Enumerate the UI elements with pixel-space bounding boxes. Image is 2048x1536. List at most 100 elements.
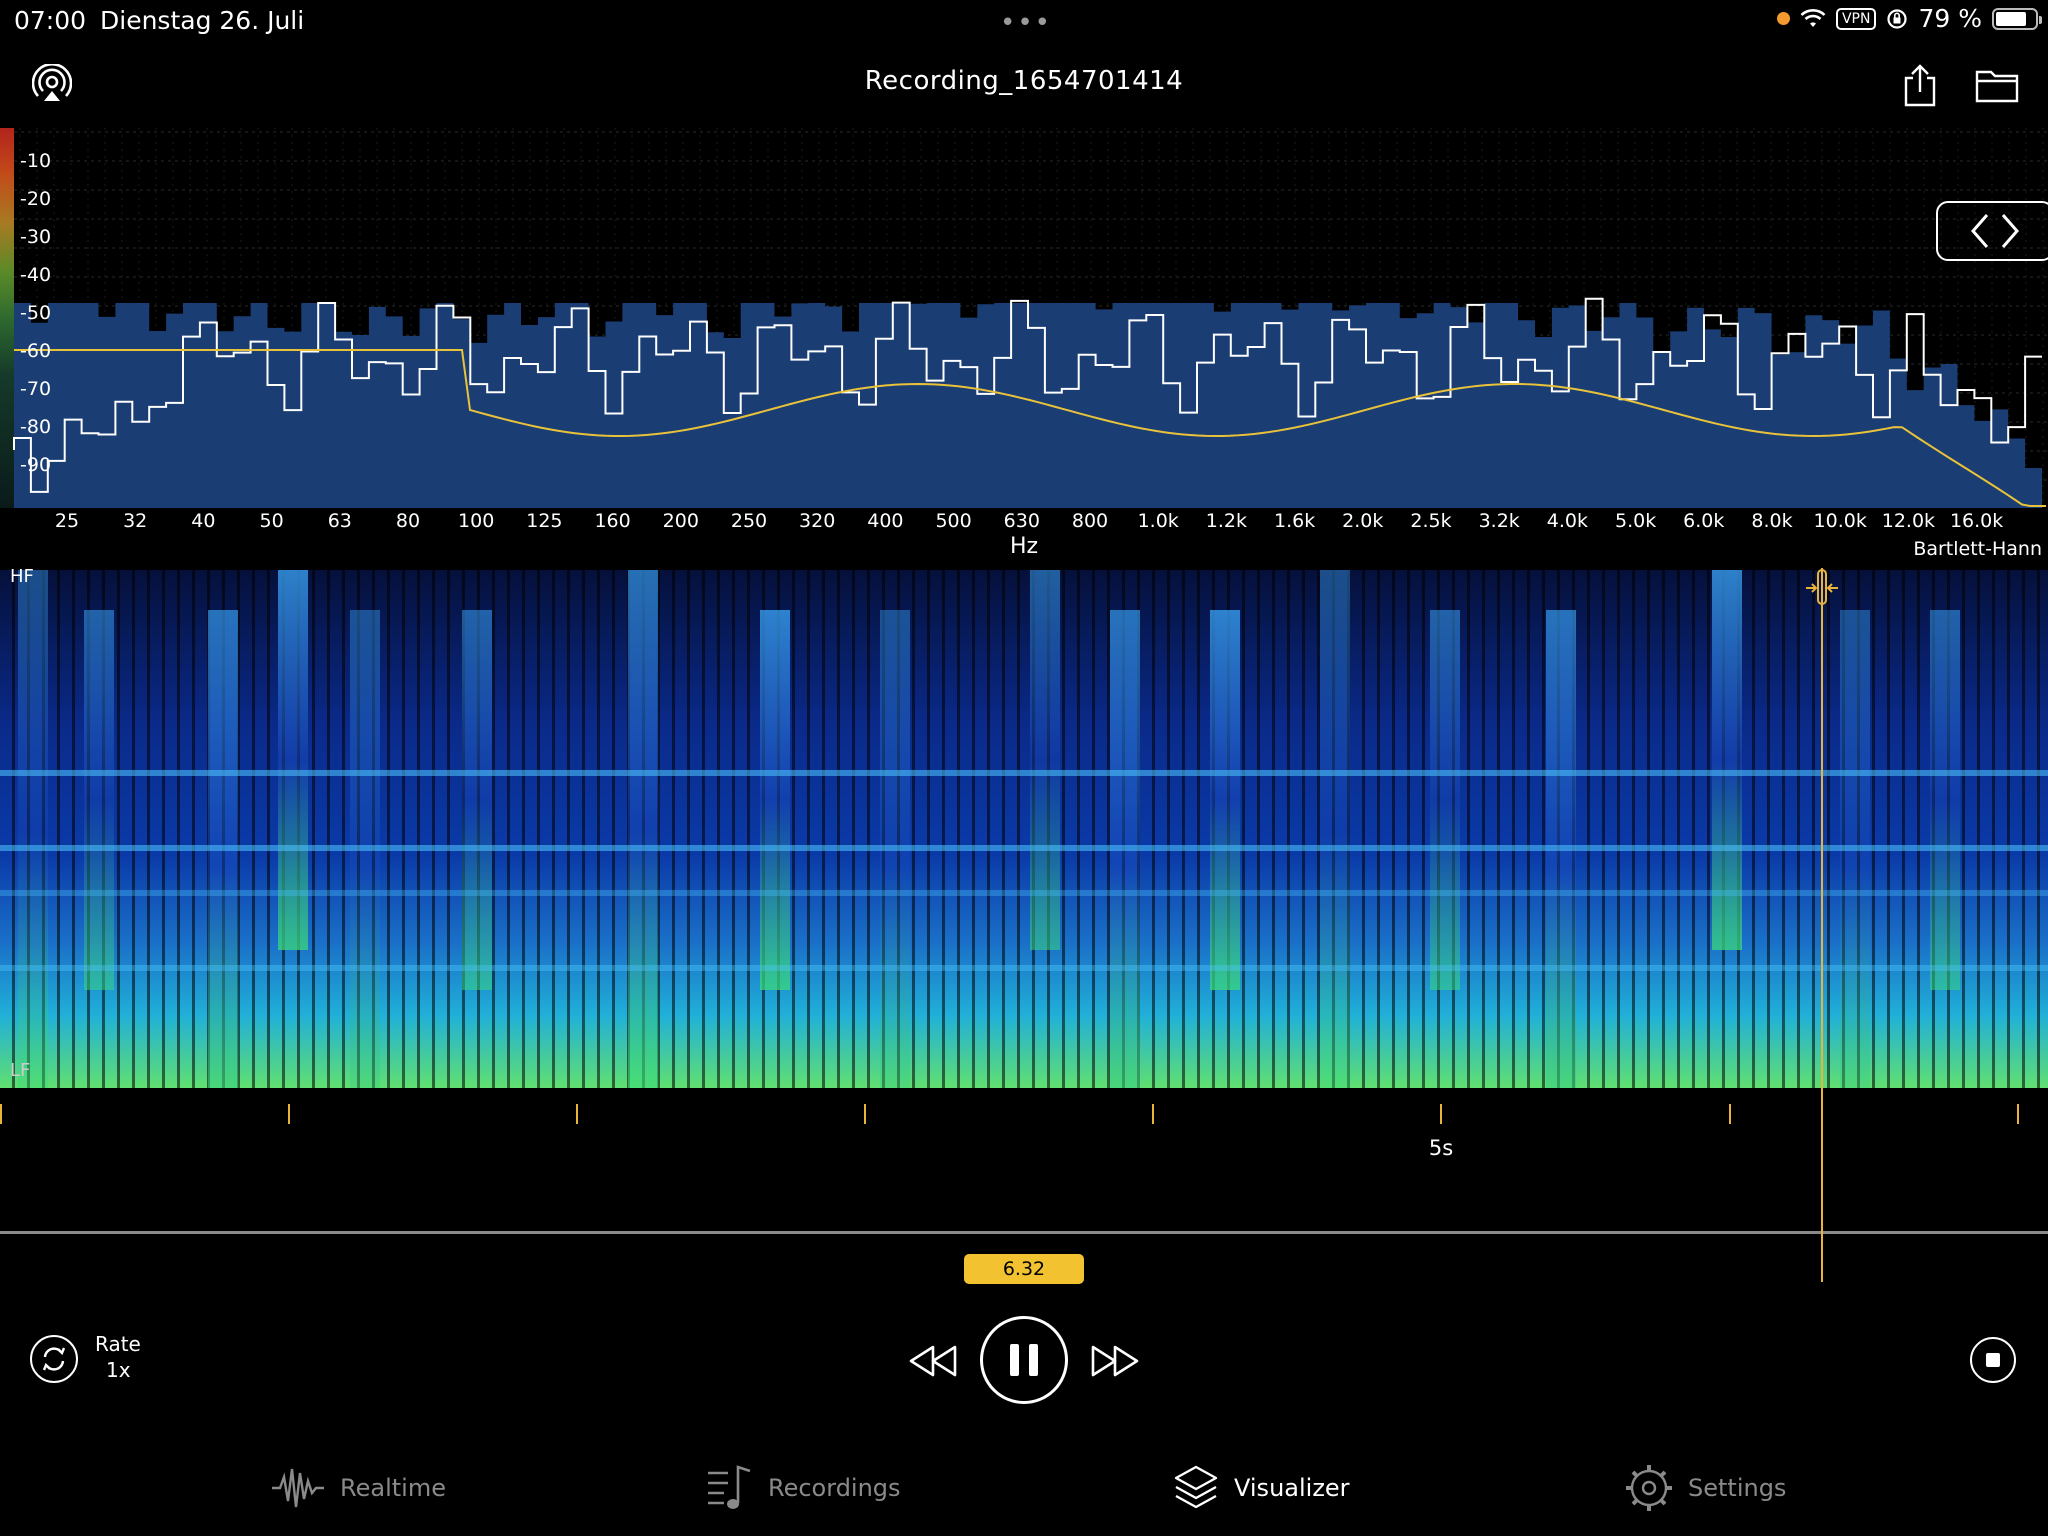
- folder-button[interactable]: [1972, 62, 2022, 108]
- frequency-tick-label: 8.0k: [1751, 510, 1793, 532]
- frequency-tick-label: 63: [327, 510, 352, 532]
- timeline-tick: [864, 1104, 866, 1124]
- fft-window-label[interactable]: Bartlett-Hann: [1913, 538, 2042, 560]
- spectrogram-band: [0, 890, 2048, 896]
- spectrogram-streak: [1320, 570, 1350, 1088]
- frequency-tick-label: 500: [935, 510, 972, 532]
- timeline-label-5s: 5s: [1428, 1136, 1454, 1160]
- rate-label[interactable]: Rate: [95, 1332, 141, 1356]
- tab-label: Settings: [1688, 1474, 1787, 1502]
- page-title: Recording_1654701414: [864, 66, 1184, 96]
- frequency-tick-label: 2.0k: [1342, 510, 1384, 532]
- spectrogram-streak: [1930, 610, 1960, 990]
- spectrogram-band: [0, 965, 2048, 971]
- rate-value[interactable]: 1x: [106, 1358, 131, 1382]
- db-tick-label: -10: [20, 150, 52, 172]
- frequency-tick-label: 100: [458, 510, 495, 532]
- timeline-tick: [1729, 1104, 1731, 1124]
- spectrogram-streak: [760, 610, 790, 990]
- frequency-tick-label: 12.0k: [1881, 510, 1936, 532]
- music-list-icon: [708, 1465, 751, 1509]
- waveform-overview[interactable]: [0, 1231, 2048, 1234]
- status-time: 07:00: [14, 6, 87, 35]
- gear-icon: [1626, 1465, 1672, 1511]
- db-tick-label: -20: [20, 188, 52, 210]
- frequency-tick-label: 16.0k: [1949, 510, 2004, 532]
- tab-settings[interactable]: Settings: [1624, 1458, 1786, 1518]
- timeline-tick: [576, 1104, 578, 1124]
- db-tick-label: -50: [20, 302, 52, 324]
- battery-percent: 79 %: [1918, 4, 1982, 33]
- status-date: Dienstag 26. Juli: [100, 6, 305, 35]
- spectrogram-streak: [462, 610, 492, 990]
- spectrogram[interactable]: [0, 570, 2048, 1088]
- expand-spectrum-button[interactable]: [1936, 201, 2048, 261]
- status-bar: 07:00 Dienstag 26. Juli ••• VPN 79 %: [0, 0, 2048, 44]
- frequency-tick-label: 320: [799, 510, 836, 532]
- tab-label: Realtime: [340, 1474, 446, 1502]
- fast-forward-icon: [1091, 1345, 1139, 1377]
- spectrogram-streak: [84, 610, 114, 990]
- db-tick-label: -90: [20, 454, 52, 476]
- spectrum-analyzer: -10 -20 -30 -40 -50 -60 -70 -80 -90 25 32 40 50 63 80…: [0, 128, 2048, 560]
- frequency-tick-label: 6.0k: [1683, 510, 1725, 532]
- frequency-tick-label: 800: [1071, 510, 1109, 532]
- pause-button[interactable]: [980, 1316, 1068, 1404]
- timeline-tick: [288, 1104, 290, 1124]
- share-button[interactable]: [1896, 60, 1944, 112]
- frequency-tick-label: 32: [123, 510, 148, 532]
- rewind-button[interactable]: [900, 1336, 966, 1386]
- spectrogram-streak: [18, 570, 48, 1088]
- tab-realtime[interactable]: Realtime: [270, 1458, 446, 1518]
- spectrogram-band: [0, 770, 2048, 776]
- stop-icon: [1986, 1353, 2000, 1367]
- playhead-handle-icon[interactable]: [1804, 568, 1840, 608]
- spectrogram-streak: [628, 570, 658, 1088]
- rotation-lock-icon: [1887, 8, 1908, 29]
- db-tick-label: -60: [20, 340, 52, 362]
- fast-forward-button[interactable]: [1082, 1336, 1148, 1386]
- recording-dot-icon: [1776, 12, 1790, 25]
- frequency-tick-label: 80: [395, 510, 421, 532]
- db-tick-label: -40: [20, 264, 52, 286]
- tab-label: Recordings: [768, 1474, 901, 1502]
- low-frequency-label: LF: [10, 1060, 31, 1081]
- timeline-tick: [1152, 1104, 1154, 1124]
- pause-icon: [1010, 1344, 1038, 1376]
- waveform-icon: [272, 1468, 324, 1508]
- frequency-tick-label: 125: [526, 510, 563, 532]
- status-indicators: VPN 79 %: [1776, 4, 2042, 33]
- frequency-tick-label: 10.0k: [1813, 510, 1867, 532]
- repeat-icon: [42, 1347, 66, 1371]
- frequency-tick-label: 5.0k: [1614, 510, 1657, 532]
- wifi-icon: [1800, 8, 1826, 27]
- frequency-tick-label: 1.2k: [1205, 510, 1248, 532]
- frequency-tick-label: 3.2k: [1478, 510, 1520, 532]
- frequency-tick-label: 4.0k: [1546, 510, 1589, 532]
- playback-position-badge: 6.32: [964, 1254, 1084, 1284]
- code-brackets-icon: [1971, 214, 2019, 248]
- playhead[interactable]: [1821, 568, 1823, 1282]
- multitask-dots-icon[interactable]: •••: [1000, 8, 1052, 38]
- tab-visualizer[interactable]: Visualizer: [1172, 1458, 1350, 1518]
- frequency-tick-label: 2.5k: [1410, 510, 1452, 532]
- timeline-tick: [1440, 1104, 1442, 1124]
- battery-icon: [1992, 7, 2042, 30]
- spectrogram-band: [0, 845, 2048, 851]
- rewind-icon: [909, 1345, 957, 1377]
- db-tick-label: -70: [20, 378, 52, 400]
- spectrogram-streak: [1430, 610, 1460, 990]
- spectrum-plot: [13, 128, 2048, 508]
- vpn-icon: VPN: [1835, 7, 1877, 30]
- stop-button[interactable]: [1970, 1337, 2016, 1383]
- share-icon: [1904, 64, 1936, 107]
- frequency-tick-label: 400: [867, 510, 904, 532]
- frequency-tick-label: 200: [662, 510, 699, 532]
- frequency-tick-label: 630: [1003, 510, 1040, 532]
- repeat-button[interactable]: [30, 1335, 78, 1383]
- tab-recordings[interactable]: Recordings: [706, 1458, 901, 1518]
- timeline-tick: [2017, 1104, 2019, 1124]
- navigation-bar: Recording_1654701414: [0, 50, 2048, 120]
- frequency-unit-label: Hz: [1009, 534, 1039, 559]
- frequency-tick-label: 40: [191, 510, 216, 532]
